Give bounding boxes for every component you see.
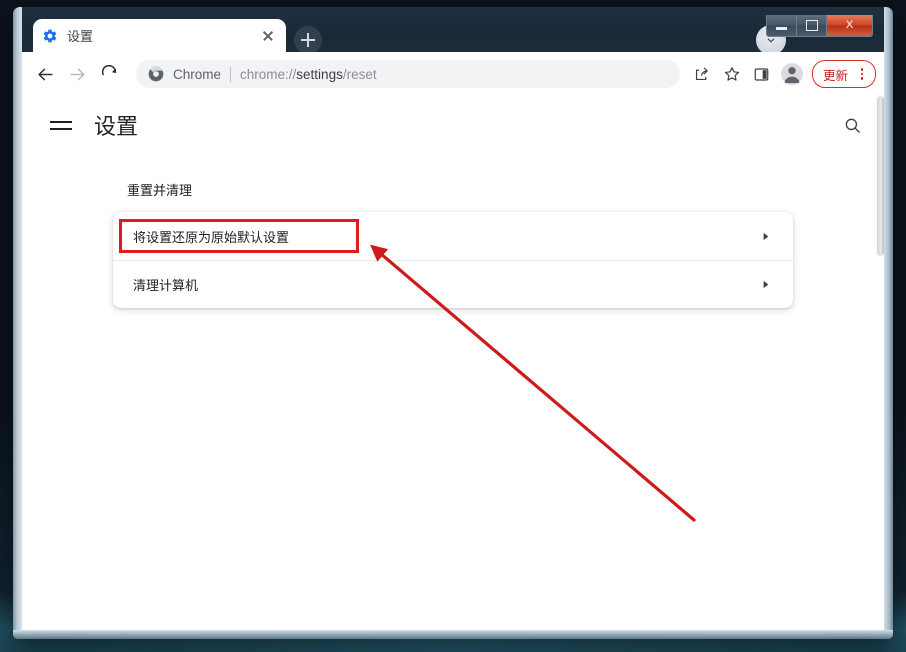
url-suffix: /reset [342, 66, 377, 82]
close-window-icon: X [845, 19, 854, 31]
section-title: 重置并清理 [127, 183, 193, 198]
page-viewport: 设置 重置并清理 将设置还原为原始默认设置 清理计算机 [22, 96, 884, 630]
forward-arrow-icon[interactable] [62, 59, 92, 89]
scrollbar-thumb[interactable] [877, 96, 884, 256]
window-frame-bottom [13, 630, 893, 639]
settings-row-clean-computer[interactable]: 清理计算机 [113, 260, 793, 308]
omnibox-chrome-label: Chrome [173, 66, 222, 82]
window-frame-left [13, 7, 22, 639]
address-bar[interactable]: Chrome chrome://settings/reset [136, 60, 680, 88]
url-highlight: settings [296, 66, 343, 82]
minimize-icon [776, 27, 787, 30]
page-scrollbar[interactable] [877, 96, 884, 630]
tab-title: 设置 [67, 29, 94, 44]
close-icon[interactable] [259, 27, 277, 45]
settings-body: 重置并清理 将设置还原为原始默认设置 清理计算机 [22, 180, 884, 308]
url-prefix: chrome:// [240, 66, 297, 82]
settings-header: 设置 [22, 96, 884, 154]
avatar[interactable] [778, 60, 806, 88]
settings-row-restore-defaults[interactable]: 将设置还原为原始默认设置 [113, 212, 793, 260]
chevron-right-icon [757, 277, 773, 293]
maximize-icon [805, 20, 818, 31]
chevron-right-icon [757, 228, 773, 244]
close-window-button[interactable]: X [827, 15, 872, 36]
hamburger-icon[interactable] [50, 120, 72, 130]
browser-toolbar: Chrome chrome://settings/reset 更新 [22, 52, 884, 96]
search-icon[interactable] [838, 111, 866, 139]
back-arrow-icon[interactable] [30, 59, 60, 89]
side-panel-icon[interactable] [748, 60, 776, 88]
share-icon[interactable] [688, 60, 716, 88]
update-label: 更新 [822, 68, 848, 83]
row-label: 清理计算机 [133, 278, 199, 293]
omnibox-separator [230, 66, 232, 82]
update-button[interactable]: 更新 [811, 60, 876, 88]
window-frame-right [884, 7, 893, 639]
browser-tab[interactable]: 设置 [33, 19, 286, 52]
gear-icon [42, 28, 58, 44]
omnibox-url: chrome://settings/reset [240, 67, 377, 82]
minimize-button[interactable] [767, 15, 797, 36]
new-tab-button[interactable] [294, 26, 322, 54]
page-title: 设置 [94, 114, 139, 139]
row-label: 将设置还原为原始默认设置 [133, 229, 290, 245]
chrome-logo-icon [148, 66, 164, 82]
maximize-button[interactable] [797, 15, 827, 36]
avatar-icon [780, 63, 803, 85]
reload-icon[interactable] [94, 59, 124, 89]
settings-card: 将设置还原为原始默认设置 清理计算机 [113, 212, 793, 308]
browser-window: 设置 X Chrome chrome://settings/reset 更新 设… [13, 7, 893, 639]
window-caption-buttons: X [766, 15, 873, 37]
tab-strip: 设置 X [22, 7, 884, 55]
star-icon[interactable] [718, 60, 746, 88]
more-menu-icon[interactable] [854, 65, 870, 83]
